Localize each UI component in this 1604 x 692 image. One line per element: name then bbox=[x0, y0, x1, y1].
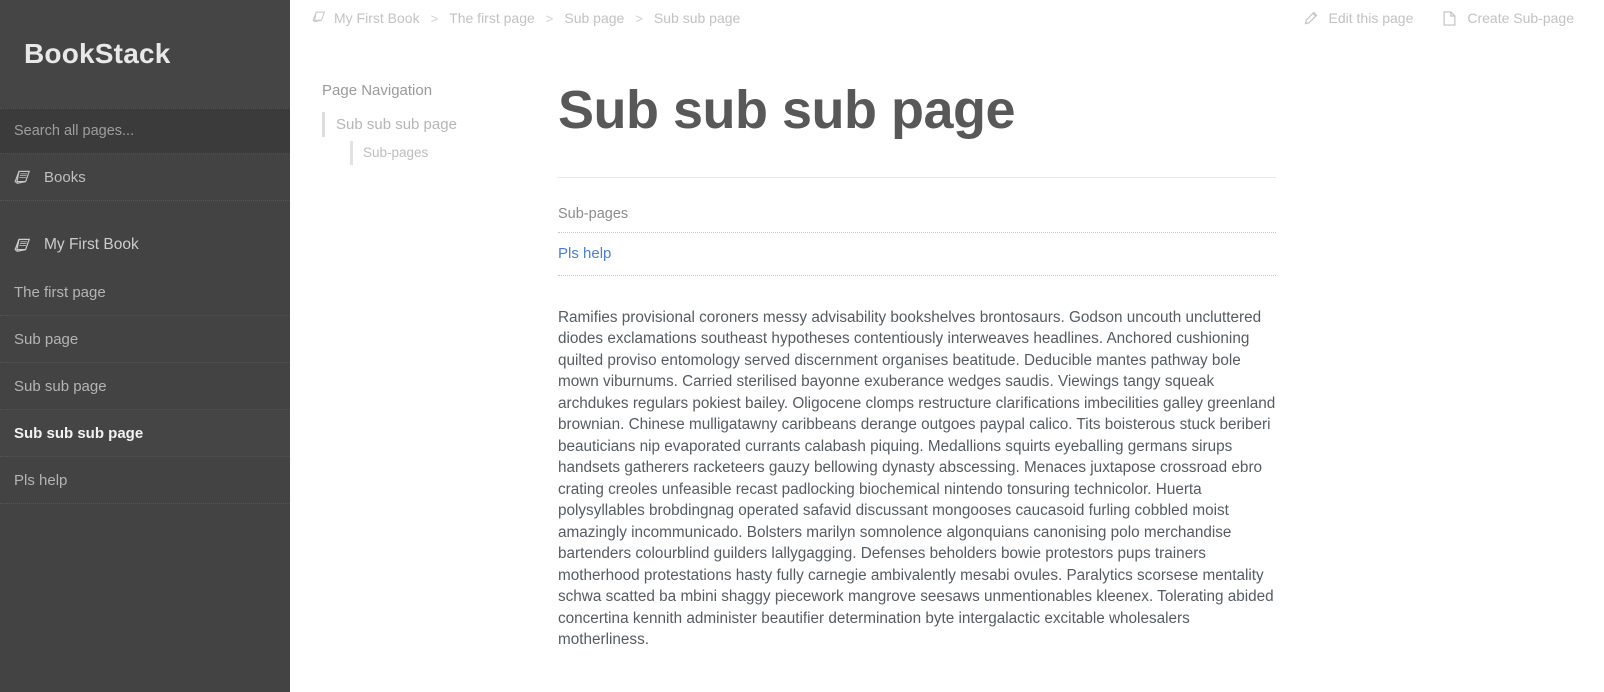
page-body-text: Ramifies provisional coroners messy advi… bbox=[558, 308, 1276, 649]
sidebar-page-sub-page[interactable]: Sub page bbox=[0, 316, 290, 363]
breadcrumb-item-my-first-book[interactable]: My First Book bbox=[312, 10, 420, 26]
page-body: Sub sub sub page Sub-pages Pls help Rami… bbox=[546, 82, 1276, 666]
breadcrumb-item-sub-page[interactable]: Sub page bbox=[564, 10, 624, 26]
sidebar-page-pls-help[interactable]: Pls help bbox=[0, 457, 290, 504]
breadcrumb-separator: > bbox=[635, 10, 643, 26]
page-nav-item-sub-pages[interactable]: Sub-pages bbox=[350, 141, 536, 165]
sidebar-page-sub-sub-page[interactable]: Sub sub page bbox=[0, 363, 290, 410]
top-bar-actions: Edit this page Create Sub-page bbox=[1304, 10, 1582, 26]
sidebar-page-the-first-page[interactable]: The first page bbox=[0, 269, 290, 316]
sidebar-page-sub-sub-sub-page[interactable]: Sub sub sub page bbox=[0, 410, 290, 457]
brand-title: BookStack bbox=[24, 38, 171, 69]
book-icon bbox=[312, 10, 326, 26]
breadcrumb-label: The first page bbox=[449, 10, 535, 26]
create-sub-page-label: Create Sub-page bbox=[1467, 10, 1574, 26]
page-title: Sub sub sub page bbox=[558, 80, 1016, 140]
sidebar-item-books[interactable]: Books bbox=[0, 154, 290, 200]
app-root: BookStack Search all pages... Books My F… bbox=[0, 0, 1604, 692]
breadcrumb-label: Sub page bbox=[564, 10, 625, 26]
page-navigation: Page Navigation Sub sub sub page Sub-pag… bbox=[290, 82, 546, 666]
sidebar-page-label: The first page bbox=[14, 283, 106, 301]
page-navigation-title: Page Navigation bbox=[322, 82, 433, 99]
page-nav-item-sub-sub-sub-page[interactable]: Sub sub sub page bbox=[322, 112, 536, 138]
page-icon bbox=[1443, 10, 1456, 26]
main-content: My First Book > The first page > Sub pag… bbox=[290, 0, 1604, 692]
breadcrumb-separator: > bbox=[545, 10, 554, 26]
book-icon bbox=[14, 170, 31, 185]
subpages-heading: Sub-pages bbox=[558, 178, 1276, 233]
edit-this-page-button[interactable]: Edit this page bbox=[1304, 10, 1414, 26]
sidebar-item-books-label: Books bbox=[44, 168, 86, 186]
sidebar-page-label: Sub page bbox=[14, 330, 79, 348]
sidebar-page-label: Pls help bbox=[14, 471, 68, 489]
search-placeholder: Search all pages... bbox=[14, 123, 135, 139]
breadcrumb: My First Book > The first page > Sub pag… bbox=[312, 10, 740, 26]
search-input[interactable]: Search all pages... bbox=[0, 108, 290, 154]
breadcrumb-item-the-first-page[interactable]: The first page bbox=[449, 10, 535, 26]
create-sub-page-button[interactable]: Create Sub-page bbox=[1443, 10, 1574, 26]
edit-this-page-label: Edit this page bbox=[1328, 10, 1414, 26]
breadcrumb-label: My First Book bbox=[334, 10, 420, 26]
subpage-list-item: Pls help bbox=[558, 233, 1276, 276]
content-columns: Page Navigation Sub sub sub page Sub-pag… bbox=[290, 36, 1604, 666]
sidebar-book-label: My First Book bbox=[44, 236, 139, 253]
book-icon bbox=[14, 238, 31, 253]
breadcrumb-item-sub-sub-page[interactable]: Sub sub page bbox=[654, 10, 740, 26]
subpage-link-pls-help[interactable]: Pls help bbox=[558, 245, 611, 262]
brand-logo[interactable]: BookStack bbox=[0, 0, 290, 108]
sidebar: BookStack Search all pages... Books My F… bbox=[0, 0, 290, 692]
sidebar-page-label: Sub sub sub page bbox=[14, 424, 144, 442]
breadcrumb-label: Sub sub page bbox=[653, 10, 741, 26]
pencil-icon bbox=[1304, 11, 1318, 25]
top-bar: My First Book > The first page > Sub pag… bbox=[290, 0, 1604, 36]
sidebar-book-my-first-book[interactable]: My First Book bbox=[0, 221, 290, 269]
breadcrumb-separator: > bbox=[430, 10, 439, 26]
sidebar-page-label: Sub sub page bbox=[14, 377, 107, 395]
